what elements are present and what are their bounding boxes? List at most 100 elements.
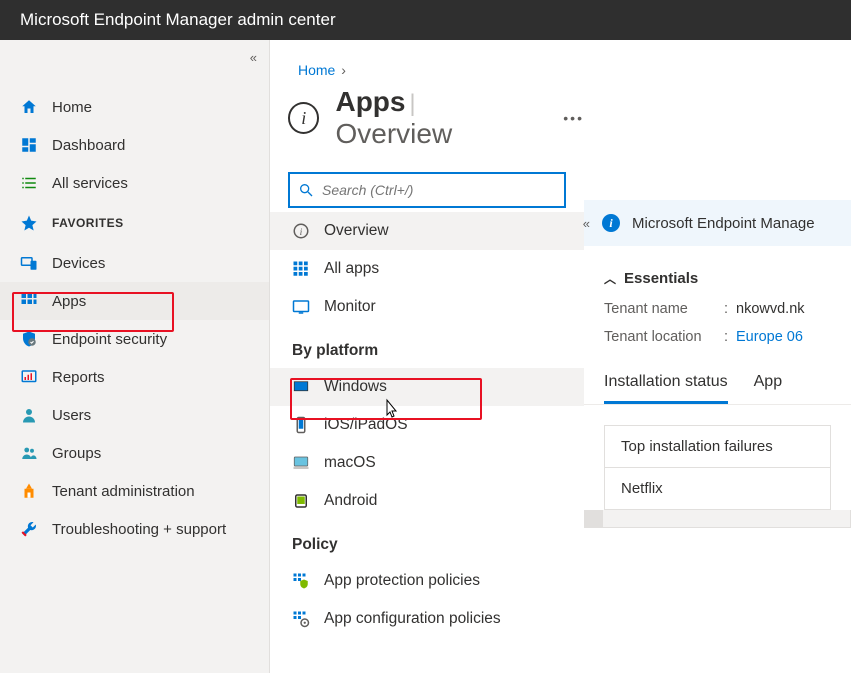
cursor-icon — [382, 398, 400, 427]
tab-app[interactable]: App — [754, 373, 782, 404]
content-pane: i Microsoft Endpoint Manage ︿ Essentials… — [584, 40, 851, 673]
table-row[interactable]: Netflix — [605, 468, 830, 509]
sidebar-item-home[interactable]: Home — [0, 88, 269, 126]
star-icon — [20, 214, 38, 232]
chevron-right-icon: › — [341, 62, 346, 78]
info-solid-icon: i — [602, 214, 620, 232]
android-icon — [292, 492, 310, 510]
sidebar-item-users[interactable]: Users — [0, 396, 269, 434]
kv-tenant-location: Tenant location : Europe 06 — [584, 323, 851, 351]
config-policy-icon — [292, 610, 310, 628]
sidebar-item-endpoint-security[interactable]: Endpoint security — [0, 320, 269, 358]
monitor-icon — [292, 298, 310, 316]
sidebar-item-devices[interactable]: Devices — [0, 244, 269, 282]
subnav-item-app-config[interactable]: App configuration policies — [270, 600, 584, 638]
more-icon[interactable]: ••• — [551, 110, 584, 126]
page-title-row: i Apps | Overview ••• — [270, 86, 584, 172]
subnav-item-label: All apps — [324, 260, 379, 278]
breadcrumb-item-home[interactable]: Home — [298, 62, 335, 78]
tab-installation-status[interactable]: Installation status — [604, 373, 728, 404]
breadcrumb: Home › — [270, 62, 584, 86]
subnav-item-label: macOS — [324, 454, 376, 472]
sidebar-item-label: Dashboard — [52, 137, 125, 154]
subnav-item-macos[interactable]: macOS — [270, 444, 584, 482]
subnav-item-label: Monitor — [324, 298, 376, 316]
search-input[interactable] — [322, 182, 556, 198]
apps-grid-icon — [292, 260, 310, 278]
info-banner: i Microsoft Endpoint Manage — [584, 200, 851, 246]
page-title-text: Apps — [335, 86, 405, 117]
subnav-item-android[interactable]: Android — [270, 482, 584, 520]
sidebar-item-dashboard[interactable]: Dashboard — [0, 126, 269, 164]
collapse-menu-icon[interactable]: « — [583, 216, 590, 231]
subnav-header-platform: By platform — [270, 326, 584, 368]
main-layout: « Home Dashboard All services FAVORITES … — [0, 40, 851, 673]
home-icon — [20, 98, 38, 116]
apps-icon — [20, 292, 38, 310]
dashboard-icon — [20, 136, 38, 154]
subnav-item-label: Windows — [324, 378, 387, 396]
essentials-toggle[interactable]: ︿ Essentials — [584, 246, 851, 295]
tenant-icon — [20, 482, 38, 500]
subnav-item-label: Overview — [324, 222, 389, 240]
sidebar-item-reports[interactable]: Reports — [0, 358, 269, 396]
sidebar-item-label: Home — [52, 99, 92, 116]
svg-text:i: i — [300, 227, 303, 238]
shield-icon — [20, 330, 38, 348]
tabs: Installation status App — [584, 351, 851, 405]
collapse-sidebar-icon[interactable]: « — [250, 50, 257, 65]
sidebar-item-label: Users — [52, 407, 91, 424]
title-divider: | — [409, 90, 415, 117]
sidebar-item-label: All services — [52, 175, 128, 192]
essentials-label: Essentials — [624, 270, 698, 287]
sidebar-item-apps[interactable]: Apps — [0, 282, 269, 320]
sidebar-item-label: Endpoint security — [52, 331, 167, 348]
sidebar-favorites-header: FAVORITES — [0, 202, 269, 244]
sidebar-item-label: Tenant administration — [52, 483, 195, 500]
resource-menu: Home › i Apps | Overview ••• « i Overvie… — [270, 40, 584, 673]
devices-icon — [20, 254, 38, 272]
sidebar-item-all-services[interactable]: All services — [0, 164, 269, 202]
group-icon — [20, 444, 38, 462]
sidebar-item-troubleshooting[interactable]: Troubleshooting + support — [0, 510, 269, 548]
page-subtitle: Overview — [335, 118, 452, 149]
info-outline-icon: i — [288, 102, 319, 134]
sidebar: « Home Dashboard All services FAVORITES … — [0, 40, 270, 673]
chevron-up-icon: ︿ — [604, 270, 616, 287]
ios-icon — [292, 416, 310, 434]
reports-icon — [20, 368, 38, 386]
banner-text: Microsoft Endpoint Manage — [632, 215, 815, 232]
macos-icon — [292, 454, 310, 472]
subnav-item-overview[interactable]: i Overview — [270, 212, 584, 250]
failures-table: Top installation failures Netflix — [604, 425, 831, 510]
info-outline-icon: i — [292, 222, 310, 240]
sidebar-item-label: Groups — [52, 445, 101, 462]
subnav-item-windows[interactable]: Windows — [270, 368, 584, 406]
app-title: Microsoft Endpoint Manager admin center — [20, 10, 336, 29]
wrench-icon — [20, 520, 38, 538]
kv-key: Tenant location — [604, 329, 724, 345]
kv-key: Tenant name — [604, 301, 724, 317]
subnav-item-all-apps[interactable]: All apps — [270, 250, 584, 288]
protection-policy-icon — [292, 572, 310, 590]
subnav-item-ios[interactable]: iOS/iPadOS — [270, 406, 584, 444]
kv-value: nkowvd.nk — [736, 301, 805, 317]
global-header: Microsoft Endpoint Manager admin center — [0, 0, 851, 40]
sidebar-item-groups[interactable]: Groups — [0, 434, 269, 472]
sidebar-items: Home Dashboard All services FAVORITES De… — [0, 40, 269, 548]
table-header: Top installation failures — [605, 426, 830, 468]
favorites-label: FAVORITES — [52, 216, 124, 230]
user-icon — [20, 406, 38, 424]
kv-value-link[interactable]: Europe 06 — [736, 329, 803, 345]
sidebar-item-label: Apps — [52, 293, 86, 310]
sidebar-item-label: Troubleshooting + support — [52, 521, 226, 538]
subnav-item-monitor[interactable]: Monitor — [270, 288, 584, 326]
sidebar-item-tenant-admin[interactable]: Tenant administration — [0, 472, 269, 510]
sidebar-item-label: Devices — [52, 255, 105, 272]
sidebar-item-label: Reports — [52, 369, 105, 386]
subnav-item-label: Android — [324, 492, 377, 510]
horizontal-scrollbar[interactable] — [584, 510, 851, 528]
subnav-item-app-protection[interactable]: App protection policies — [270, 562, 584, 600]
subnav-item-label: App protection policies — [324, 572, 480, 590]
search-input-wrapper[interactable] — [288, 172, 566, 208]
